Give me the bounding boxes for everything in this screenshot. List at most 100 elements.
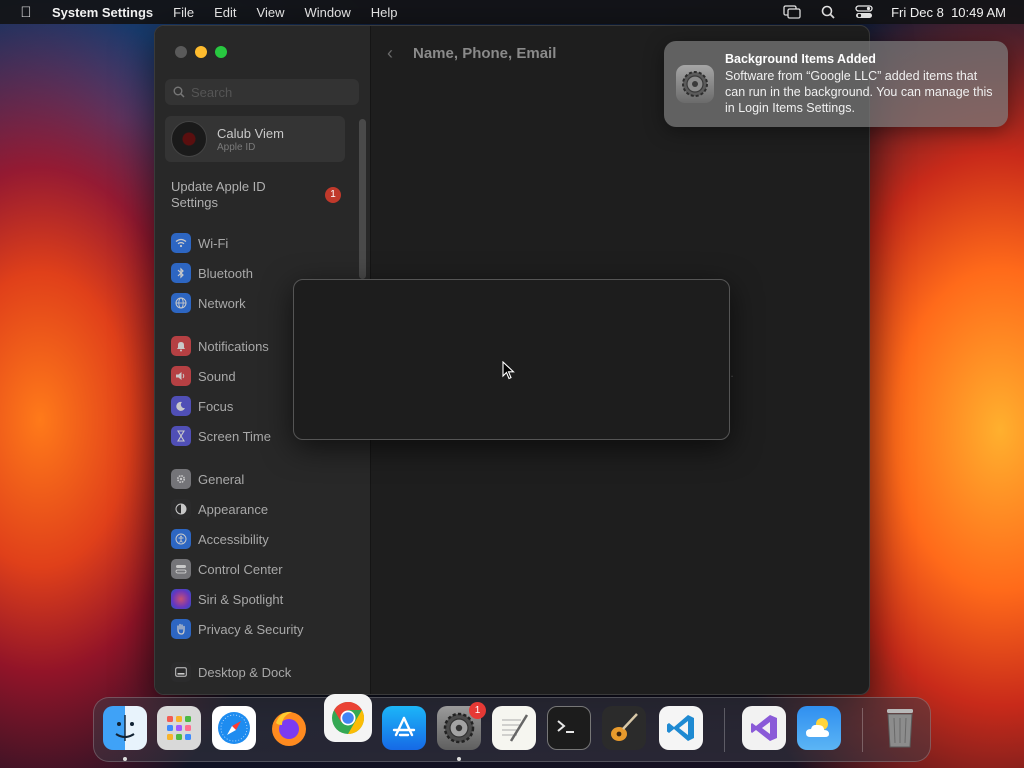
vscode-icon xyxy=(667,715,694,741)
sidebar-item-screen-time[interactable]: Screen Time xyxy=(171,425,271,447)
dock-app-weather[interactable] xyxy=(797,706,841,750)
bell-icon xyxy=(171,336,191,356)
sidebar-item-siri-spotlight[interactable]: Siri & Spotlight xyxy=(171,588,283,610)
control-center-icon xyxy=(171,559,191,579)
notification-banner[interactable]: Background Items Added Software from “Go… xyxy=(664,41,1008,127)
sidebar-item-sound[interactable]: Sound xyxy=(171,365,236,387)
back-chevron-icon[interactable]: ‹ xyxy=(387,43,393,64)
sidebar-item-label: Sound xyxy=(198,368,236,384)
visual-studio-icon xyxy=(751,715,777,741)
dock-app-garageband[interactable] xyxy=(602,706,646,750)
avatar xyxy=(171,121,207,157)
search-icon xyxy=(173,86,185,98)
globe-icon xyxy=(171,293,191,313)
dock-separator xyxy=(862,708,863,752)
dock-app-safari[interactable] xyxy=(212,706,256,750)
sidebar-scrollbar[interactable] xyxy=(359,119,366,279)
sidebar-item-label: Bluetooth xyxy=(198,265,253,281)
dock-app-launchpad[interactable] xyxy=(157,706,201,750)
screen-mirroring-icon[interactable] xyxy=(783,5,801,19)
menu-view[interactable]: View xyxy=(247,5,295,20)
dock-app-chrome[interactable] xyxy=(324,694,372,742)
content-header: ‹ Name, Phone, Email xyxy=(387,43,556,64)
textedit-icon xyxy=(502,714,529,742)
launchpad-icon xyxy=(167,716,191,740)
dock-app-textedit[interactable] xyxy=(492,706,536,750)
update-label: Update Apple ID Settings xyxy=(171,179,266,210)
zoom-window-button[interactable] xyxy=(215,46,227,58)
hand-icon xyxy=(171,619,191,639)
weather-icon xyxy=(806,718,829,737)
minimize-window-button[interactable] xyxy=(195,46,207,58)
spotlight-search-icon[interactable] xyxy=(819,5,837,19)
running-indicator xyxy=(457,757,461,761)
running-indicator xyxy=(123,757,127,761)
menu-bar-clock[interactable]: Fri Dec 8 10:49 AM xyxy=(891,5,1006,20)
finder-icon xyxy=(115,715,135,741)
dock-notification-badge: 1 xyxy=(469,702,486,719)
sidebar-item-general[interactable]: General xyxy=(171,468,244,490)
bluetooth-icon xyxy=(171,263,191,283)
sidebar-item-label: Control Center xyxy=(198,561,283,577)
sidebar-item-label: Notifications xyxy=(198,338,269,354)
update-apple-id-settings[interactable]: Update Apple ID Settings 1 xyxy=(171,179,341,211)
wifi-icon xyxy=(171,233,191,253)
sidebar-item-control-center[interactable]: Control Center xyxy=(171,558,283,580)
menu-help[interactable]: Help xyxy=(361,5,408,20)
apple-id-account[interactable]: Calub Viem Apple ID xyxy=(165,116,345,162)
dock-app-terminal[interactable] xyxy=(547,706,591,750)
control-center-icon[interactable] xyxy=(855,5,873,19)
gear-icon xyxy=(171,469,191,489)
sidebar-item-focus[interactable]: Focus xyxy=(171,395,233,417)
terminal-icon xyxy=(557,720,574,733)
page-title: Name, Phone, Email xyxy=(413,45,557,62)
sidebar-item-label: Focus xyxy=(198,398,234,414)
trash-icon xyxy=(887,709,913,748)
sidebar-item-network[interactable]: Network xyxy=(171,292,246,314)
menu-app-name[interactable]: System Settings xyxy=(52,5,163,20)
menu-window[interactable]: Window xyxy=(294,5,360,20)
settings-gear-icon xyxy=(676,65,714,103)
notification-body: Software from “Google LLC” added items t… xyxy=(725,69,993,115)
sidebar-item-label: Network xyxy=(198,295,246,311)
sidebar-item-desktop-dock[interactable]: Desktop & Dock xyxy=(171,661,291,683)
close-window-button[interactable] xyxy=(175,46,187,58)
mouse-pointer-icon xyxy=(502,361,515,380)
sidebar-item-notifications[interactable]: Notifications xyxy=(171,335,269,357)
sidebar-item-label: Appearance xyxy=(198,501,269,517)
apple-menu-icon[interactable]:  xyxy=(0,4,52,21)
search-input[interactable] xyxy=(191,84,351,100)
dock: 1 xyxy=(93,694,931,762)
hourglass-icon xyxy=(171,426,191,446)
dock-separator xyxy=(724,708,725,752)
dock-app-trash[interactable] xyxy=(878,706,922,750)
chrome-icon xyxy=(332,701,365,735)
sidebar-item-wifi[interactable]: Wi-Fi xyxy=(171,232,228,254)
account-name: Calub Viem xyxy=(217,125,284,141)
sidebar-item-label: Privacy & Security xyxy=(198,621,304,637)
sidebar-item-accessibility[interactable]: Accessibility xyxy=(171,528,269,550)
accessibility-icon xyxy=(171,529,191,549)
dock-app-app-store[interactable] xyxy=(382,706,426,750)
sidebar-item-label: General xyxy=(198,471,245,487)
menu-edit[interactable]: Edit xyxy=(204,5,246,20)
account-subtitle: Apple ID xyxy=(217,141,256,153)
sidebar-item-appearance[interactable]: Appearance xyxy=(171,498,268,520)
dock-app-visual-studio[interactable] xyxy=(742,706,786,750)
app-store-icon xyxy=(392,716,416,737)
dock-app-firefox[interactable] xyxy=(267,706,311,750)
notification-title: Background Items Added xyxy=(725,52,876,66)
sidebar-search-field[interactable] xyxy=(165,79,359,105)
sidebar-item-bluetooth[interactable]: Bluetooth xyxy=(171,262,253,284)
moon-icon xyxy=(171,396,191,416)
dock-icon xyxy=(171,662,191,682)
window-controls xyxy=(175,46,227,58)
dock-app-finder[interactable] xyxy=(103,706,147,750)
sidebar-item-privacy-security[interactable]: Privacy & Security xyxy=(171,618,303,640)
guitar-icon xyxy=(611,713,638,741)
blank-dialog-sheet[interactable] xyxy=(293,279,730,440)
menu-file[interactable]: File xyxy=(163,5,204,20)
dock-app-vscode[interactable] xyxy=(659,706,703,750)
speaker-icon xyxy=(171,366,191,386)
safari-icon xyxy=(218,712,250,744)
